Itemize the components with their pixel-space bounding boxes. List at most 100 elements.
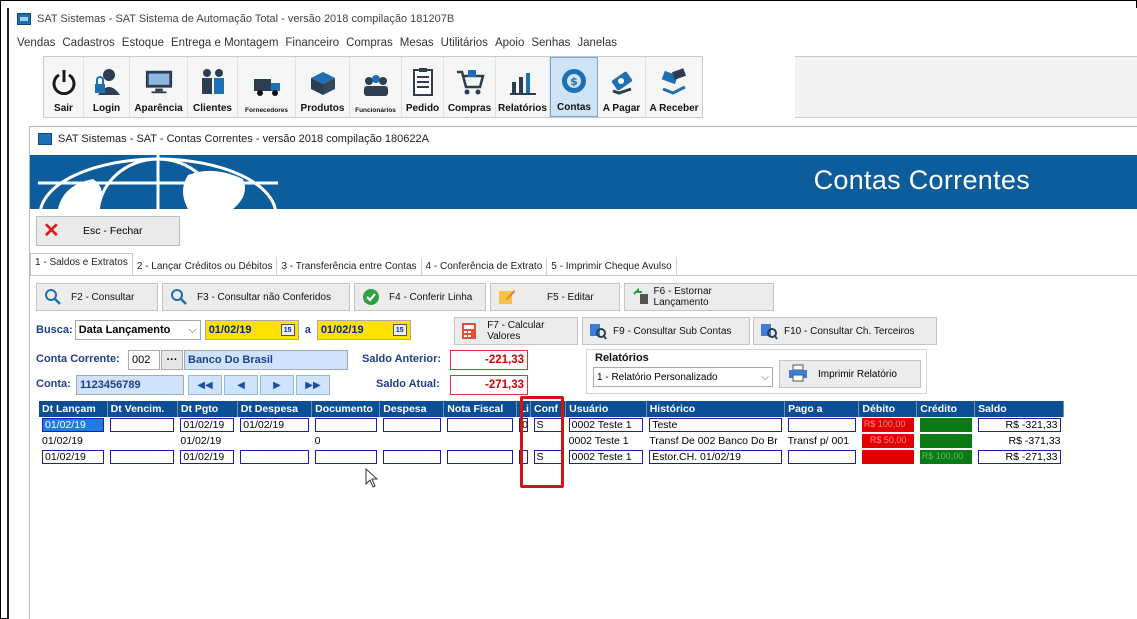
cell-credito[interactable] bbox=[919, 418, 972, 432]
tab-transferencia[interactable]: 3 - Transferência entre Contas bbox=[277, 258, 422, 275]
cell-historico[interactable]: Teste bbox=[649, 418, 782, 432]
cell-usuario[interactable]: 0002 Teste 1 bbox=[568, 418, 644, 432]
cell-despesa[interactable] bbox=[382, 450, 441, 464]
cell-dt-lancamento[interactable]: 01/02/19 bbox=[39, 433, 107, 449]
calcular-valores-button[interactable]: F7 - Calcular Valores bbox=[454, 317, 578, 345]
toolbar-funcionarios-button[interactable]: Funcionários bbox=[350, 57, 402, 117]
tab-saldos-extratos[interactable]: 1 - Saldos e Extratos bbox=[30, 253, 133, 275]
cell-documento[interactable]: 0 bbox=[312, 433, 380, 449]
cell-dt-pgto[interactable]: 01/02/19 bbox=[177, 433, 237, 449]
conta-corrente-code-input[interactable]: 002 bbox=[128, 350, 160, 370]
col-credito[interactable]: Crédito bbox=[916, 401, 976, 417]
last-record-button[interactable]: ▶▶ bbox=[296, 375, 330, 395]
cell-saldo[interactable]: R$ -321,33 bbox=[977, 418, 1061, 432]
cell-dt-vencimento[interactable] bbox=[107, 433, 177, 449]
cell-dt-lancamento[interactable]: 01/02/19 bbox=[42, 450, 105, 464]
toolbar-compras-button[interactable]: Compras bbox=[444, 57, 496, 117]
cell-documento[interactable] bbox=[314, 418, 377, 432]
cell-pago-a[interactable]: Transf p/ 001 bbox=[785, 433, 859, 449]
col-despesa[interactable]: Despesa bbox=[379, 401, 445, 417]
editar-button[interactable]: F5 - Editar bbox=[490, 283, 620, 311]
cell-dt-despesa[interactable] bbox=[240, 450, 309, 464]
cell-historico[interactable]: Transf De 002 Banco Do Br bbox=[646, 433, 784, 449]
cell-despesa[interactable] bbox=[382, 418, 441, 432]
cell-saldo[interactable]: R$ -371,33 bbox=[975, 433, 1064, 449]
col-saldo[interactable]: Saldo bbox=[974, 401, 1064, 417]
toolbar-relatorios-button[interactable]: Relatórios bbox=[496, 57, 550, 117]
tab-conferencia[interactable]: 4 - Conferência de Extrato bbox=[422, 258, 548, 275]
toolbar-pedido-button[interactable]: Pedido bbox=[402, 57, 444, 117]
cell-dt-pgto[interactable]: 01/02/19 bbox=[180, 418, 235, 432]
date-to-input[interactable]: 01/02/19 15 bbox=[316, 320, 411, 340]
cell-pago-a[interactable] bbox=[787, 450, 856, 464]
cell-debito[interactable] bbox=[861, 450, 914, 464]
menu-compras[interactable]: Compras bbox=[346, 37, 393, 49]
lookup-button[interactable]: ··· bbox=[161, 350, 183, 370]
cell-dt-lancamento[interactable]: 01/02/19 bbox=[42, 418, 105, 432]
col-pago-a[interactable]: Pago a bbox=[784, 401, 860, 417]
cell-nota-fiscal[interactable] bbox=[446, 418, 514, 432]
col-nota-fiscal[interactable]: Nota Fiscal bbox=[443, 401, 517, 417]
imprimir-relatorio-button[interactable]: Imprimir Relatório bbox=[779, 360, 921, 388]
menu-mesas[interactable]: Mesas bbox=[400, 37, 434, 49]
col-dt-pgto[interactable]: Dt Pgto bbox=[177, 401, 238, 417]
cell-credito[interactable] bbox=[919, 434, 972, 448]
cell-dt-pgto[interactable]: 01/02/19 bbox=[180, 450, 235, 464]
tab-imprimir-cheque[interactable]: 5 - Imprimir Cheque Avulso bbox=[547, 258, 677, 275]
toolbar-apagar-button[interactable]: A Pagar bbox=[598, 57, 646, 117]
toolbar-produtos-button[interactable]: Produtos bbox=[296, 57, 350, 117]
toolbar-contas-button[interactable]: $ Contas bbox=[550, 57, 598, 117]
menu-vendas[interactable]: Vendas bbox=[17, 37, 55, 49]
toolbar-areceber-button[interactable]: A Receber bbox=[646, 57, 702, 117]
menu-utilitarios[interactable]: Utilitários bbox=[441, 37, 488, 49]
cell-usuario[interactable]: 0002 Teste 1 bbox=[568, 450, 644, 464]
menu-entrega[interactable]: Entrega e Montagem bbox=[171, 37, 278, 49]
menu-estoque[interactable]: Estoque bbox=[122, 37, 164, 49]
menu-cadastros[interactable]: Cadastros bbox=[62, 37, 114, 49]
col-usuario[interactable]: Usuário bbox=[565, 401, 647, 417]
first-record-button[interactable]: ◀◀ bbox=[188, 375, 222, 395]
cell-debito[interactable]: R$ 50,00 bbox=[861, 434, 914, 448]
prev-record-button[interactable]: ◀ bbox=[224, 375, 258, 395]
cell-dt-vencimento[interactable] bbox=[110, 450, 175, 464]
menu-janelas[interactable]: Janelas bbox=[577, 37, 617, 49]
estornar-lancamento-button[interactable]: F6 - Estornar Lançamento bbox=[624, 283, 774, 311]
col-dt-lancamento[interactable]: Dt Lançam bbox=[39, 401, 108, 417]
consultar-button[interactable]: F2 - Consultar bbox=[36, 283, 158, 311]
close-button[interactable]: ✕ Esc - Fechar bbox=[36, 216, 180, 246]
calendar-icon[interactable]: 15 bbox=[280, 324, 295, 336]
cell-historico[interactable]: Estor.CH. 01/02/19 bbox=[649, 450, 782, 464]
menu-senhas[interactable]: Senhas bbox=[531, 37, 570, 49]
cell-debito[interactable]: R$ 100,00 bbox=[861, 418, 914, 432]
col-dt-vencimento[interactable]: Dt Vencim. bbox=[107, 401, 178, 417]
toolbar-login-button[interactable]: Login bbox=[84, 57, 130, 117]
cell-credito[interactable]: R$ 100,00 bbox=[919, 450, 972, 464]
menu-financeiro[interactable]: Financeiro bbox=[285, 37, 339, 49]
toolbar-sair-button[interactable]: Sair bbox=[44, 57, 84, 117]
consultar-sub-contas-button[interactable]: F9 - Consultar Sub Contas bbox=[582, 317, 750, 345]
toolbar-fornecedores-button[interactable]: Fornecedores bbox=[238, 57, 296, 117]
menu-apoio[interactable]: Apoio bbox=[495, 37, 524, 49]
cell-nota-fiscal[interactable] bbox=[444, 433, 516, 449]
cell-dt-despesa[interactable]: 01/02/19 bbox=[240, 418, 309, 432]
col-dt-despesa[interactable]: Dt Despesa bbox=[237, 401, 313, 417]
cell-despesa[interactable] bbox=[380, 433, 444, 449]
cell-usuario[interactable]: 0002 Teste 1 bbox=[566, 433, 647, 449]
toolbar-aparencia-button[interactable]: Aparência bbox=[130, 57, 188, 117]
relatorio-select[interactable]: 1 - Relatório Personalizado ⌵ bbox=[593, 367, 773, 387]
date-from-input[interactable]: 01/02/19 15 bbox=[204, 320, 299, 340]
busca-select[interactable]: Data Lançamento ⌵ bbox=[74, 320, 201, 340]
consultar-nao-conferidos-button[interactable]: F3 - Consultar não Conferidos bbox=[162, 283, 350, 311]
next-record-button[interactable]: ▶ bbox=[260, 375, 294, 395]
calendar-icon[interactable]: 15 bbox=[392, 324, 407, 336]
cell-documento[interactable] bbox=[314, 450, 377, 464]
cell-dt-vencimento[interactable] bbox=[110, 418, 175, 432]
col-debito[interactable]: Débito bbox=[858, 401, 918, 417]
tab-lancar-creditos[interactable]: 2 - Lançar Créditos ou Débitos bbox=[133, 258, 278, 275]
cell-pago-a[interactable] bbox=[787, 418, 856, 432]
col-historico[interactable]: Histórico bbox=[646, 401, 786, 417]
cell-dt-despesa[interactable] bbox=[237, 433, 311, 449]
cell-saldo[interactable]: R$ -271,33 bbox=[977, 450, 1061, 464]
conferir-linha-button[interactable]: F4 - Conferir Linha bbox=[354, 283, 486, 311]
consultar-ch-terceiros-button[interactable]: F10 - Consultar Ch. Terceiros bbox=[753, 317, 937, 345]
